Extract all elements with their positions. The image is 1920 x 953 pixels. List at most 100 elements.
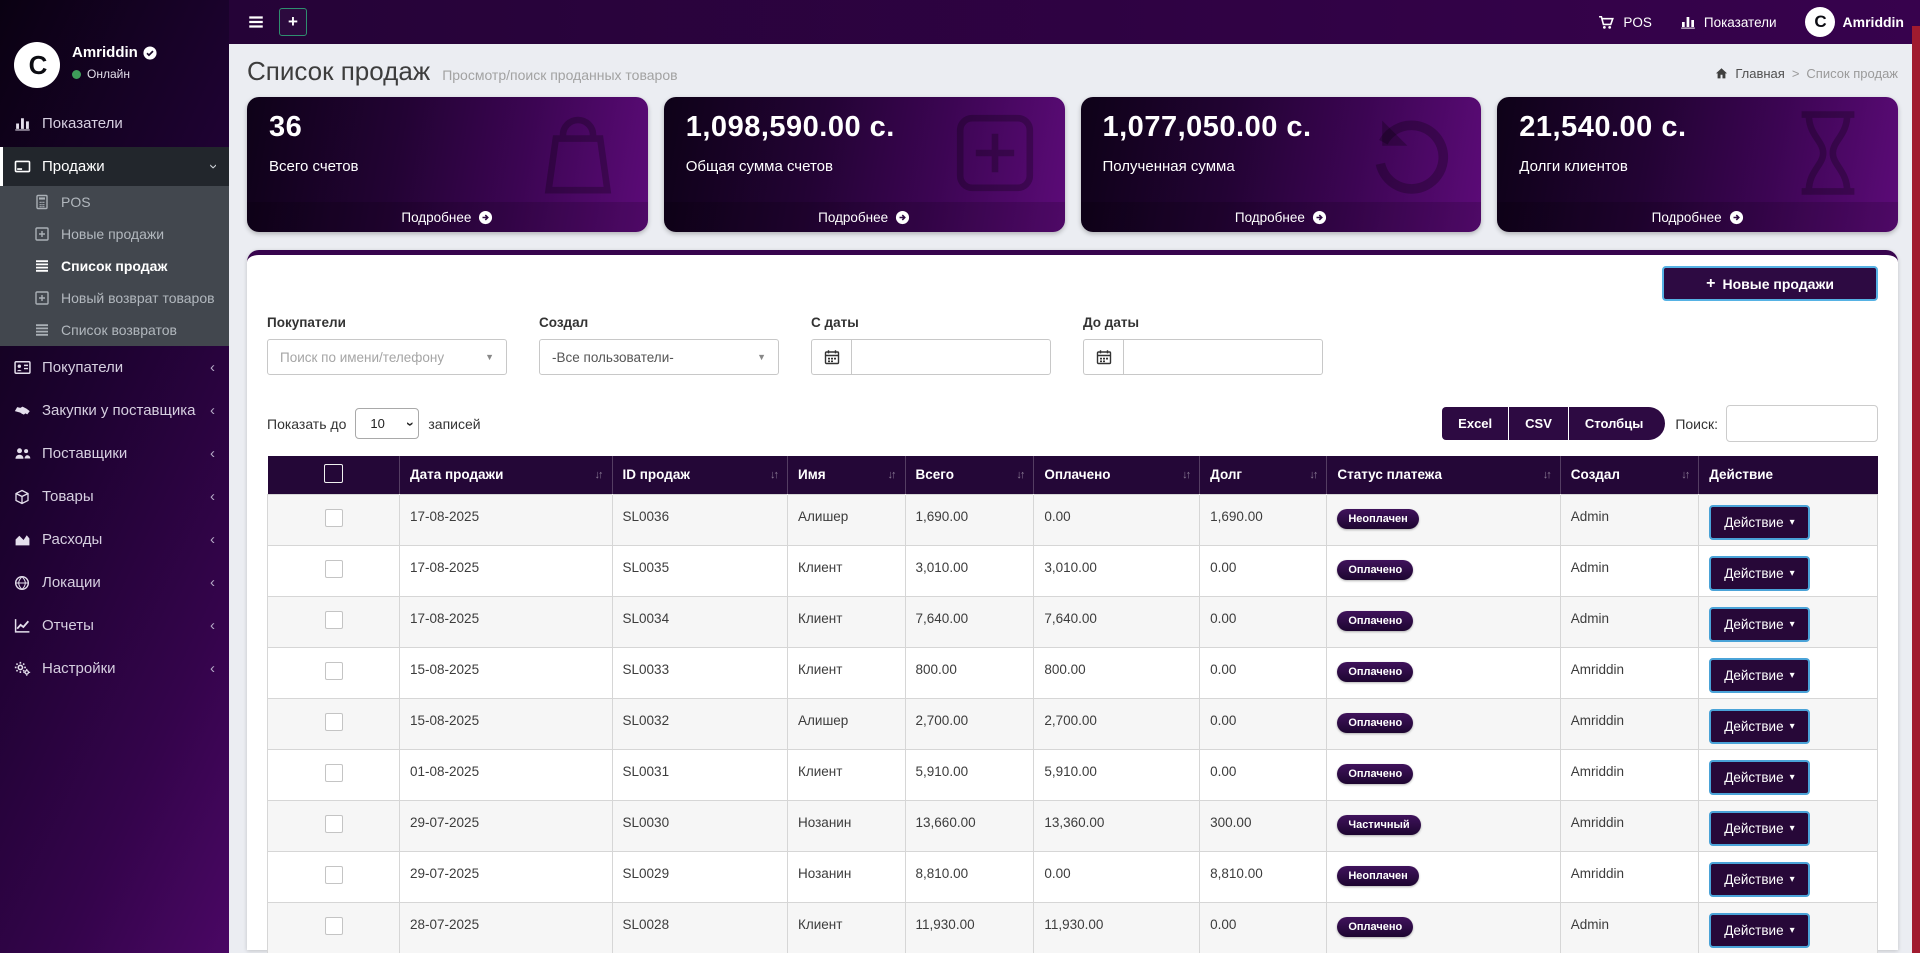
row-checkbox[interactable] xyxy=(324,865,343,884)
column-header-7[interactable]: Создал ↓↑ xyxy=(1559,456,1699,494)
sidebar-item-metrics[interactable]: Показатели xyxy=(0,104,229,143)
action-button[interactable]: Действие ▾ xyxy=(1709,657,1810,693)
excel-button[interactable]: Excel xyxy=(1442,407,1509,440)
column-header-6[interactable]: Статус платежа ↓↑ xyxy=(1326,456,1561,494)
creator-select[interactable]: -Все пользователи- ▼ xyxy=(539,339,779,375)
calendar-icon xyxy=(1083,339,1123,375)
date-from-input[interactable] xyxy=(851,339,1051,375)
row-checkbox[interactable] xyxy=(324,814,343,833)
card-more-label: Подробнее xyxy=(401,209,472,225)
status-badge: Частичный xyxy=(1337,814,1421,835)
brand-logo-icon: C xyxy=(1814,12,1826,31)
action-button[interactable]: Действие ▾ xyxy=(1709,555,1810,591)
row-checkbox[interactable] xyxy=(324,661,343,680)
sidebar-item-покупатели[interactable]: Покупатели ‹ xyxy=(0,346,229,389)
customer-select[interactable]: Поиск по имени/телефону ▼ xyxy=(267,339,507,375)
select-all-checkbox[interactable] xyxy=(323,463,343,483)
sidebar-item-поставщики[interactable]: Поставщики ‹ xyxy=(0,432,229,475)
caret-down-icon: ▾ xyxy=(1789,873,1795,885)
navbar-plus-button[interactable]: + xyxy=(279,8,307,36)
sidebar-item-отчеты[interactable]: Отчеты ‹ xyxy=(0,604,229,647)
card-more-link[interactable]: Подробнее xyxy=(663,202,1065,232)
table-row: 01-08-2025 SL0031 Клиент 5,910.00 5,910.00 0.… xyxy=(266,748,1878,801)
column-header-label: Статус платежа xyxy=(1337,467,1443,483)
cell-date: 01-08-2025 xyxy=(399,748,613,801)
row-checkbox[interactable] xyxy=(324,508,343,527)
cell-paid: 800.00 xyxy=(1033,646,1201,699)
hamburger-icon[interactable] xyxy=(247,13,265,31)
chevron-left-icon: ‹ xyxy=(210,660,215,677)
cell-total: 800.00 xyxy=(904,646,1035,699)
navbar-pos-link[interactable]: POS xyxy=(1598,14,1652,31)
action-label: Действие xyxy=(1724,718,1784,734)
date-to-input[interactable] xyxy=(1123,339,1323,375)
card-more-link[interactable]: Подробнее xyxy=(1497,202,1898,232)
area-chart-icon xyxy=(14,531,32,548)
column-header-4[interactable]: Оплачено ↓↑ xyxy=(1033,456,1200,494)
verified-badge-icon xyxy=(143,45,157,60)
sidebar-item-настройки[interactable]: Настройки ‹ xyxy=(0,647,229,690)
action-button[interactable]: Действие ▾ xyxy=(1709,912,1810,948)
cell-sale-id: SL0036 xyxy=(611,493,789,546)
cell-name: Нозанин xyxy=(787,799,906,852)
csv-button[interactable]: CSV xyxy=(1509,407,1568,440)
status-badge: Оплачено xyxy=(1337,610,1414,631)
action-button[interactable]: Действие ▾ xyxy=(1709,759,1810,795)
action-button[interactable]: Действие ▾ xyxy=(1709,606,1810,642)
row-checkbox[interactable] xyxy=(324,559,343,578)
sidebar-subitem-pos[interactable]: POS xyxy=(0,186,229,218)
action-button[interactable]: Действие ▾ xyxy=(1709,708,1810,744)
chart-bar-icon xyxy=(14,115,32,132)
column-header-2[interactable]: Имя ↓↑ xyxy=(787,456,906,494)
sidebar-item-label: Продажи xyxy=(42,158,105,175)
select-all-header xyxy=(267,456,400,494)
breadcrumb-home-link[interactable]: Главная xyxy=(1735,66,1784,81)
column-header-0[interactable]: Дата продажи ↓↑ xyxy=(399,456,613,494)
action-button[interactable]: Действие ▾ xyxy=(1709,861,1810,897)
sort-icon: ↓↑ xyxy=(1309,468,1318,481)
new-sale-button[interactable]: + Новые продажи xyxy=(1662,266,1878,301)
sidebar-item-расходы[interactable]: Расходы ‹ xyxy=(0,518,229,561)
cell-creator: Amriddin xyxy=(1559,697,1700,750)
sidebar-item-sales[interactable]: Продажи ‹ xyxy=(0,147,229,186)
sidebar-subitem-список-возвратов[interactable]: Список возвратов xyxy=(0,314,229,346)
navbar-user-menu[interactable]: C Amriddin xyxy=(1804,7,1904,37)
sidebar-item-локации[interactable]: Локации ‹ xyxy=(0,561,229,604)
cell-sale-id: SL0030 xyxy=(611,799,789,852)
sidebar-subitem-новый-возврат-товаров[interactable]: Новый возврат товаров xyxy=(0,282,229,314)
column-header-8[interactable]: Действие xyxy=(1698,456,1878,494)
sidebar-item-label: Отчеты xyxy=(42,617,94,634)
sort-icon: ↓↑ xyxy=(1016,468,1025,481)
cell-name: Клиент xyxy=(787,748,906,801)
columns-button[interactable]: Столбцы xyxy=(1568,407,1666,440)
search-input[interactable] xyxy=(1726,405,1878,442)
row-checkbox[interactable] xyxy=(324,610,343,629)
row-checkbox[interactable] xyxy=(324,712,343,731)
action-button[interactable]: Действие ▾ xyxy=(1709,504,1810,540)
sales-treeview: Продажи ‹ POS Новые продажи Список продаж Н… xyxy=(0,147,229,346)
sidebar-subitem-новые-продажи[interactable]: Новые продажи xyxy=(0,218,229,250)
card-more-link[interactable]: Подробнее xyxy=(1080,202,1482,232)
navbar-metrics-link[interactable]: Показатели xyxy=(1680,14,1777,30)
status-badge: Оплачено xyxy=(1337,661,1414,682)
sidebar-item-закупки-у-поставщика[interactable]: Закупки у поставщика ‹ xyxy=(0,389,229,432)
scrollbar[interactable] xyxy=(1912,26,1920,953)
sidebar-subitem-label: Список возвратов xyxy=(61,322,177,338)
card-more-link[interactable]: Подробнее xyxy=(247,202,648,232)
sidebar-item-товары[interactable]: Товары ‹ xyxy=(0,475,229,518)
column-header-1[interactable]: ID продаж ↓↑ xyxy=(611,456,788,494)
sidebar-subitem-список-продаж[interactable]: Список продаж xyxy=(0,250,229,282)
sidebar-item-label: Покупатели xyxy=(42,359,124,376)
cell-date: 28-07-2025 xyxy=(399,901,613,953)
navbar-pos-label: POS xyxy=(1623,14,1652,30)
cell-debt: 0.00 xyxy=(1199,544,1328,597)
column-header-5[interactable]: Долг ↓↑ xyxy=(1199,456,1327,494)
undo-icon xyxy=(1363,105,1459,201)
chevron-left-icon: ‹ xyxy=(210,445,215,462)
column-header-3[interactable]: Всего ↓↑ xyxy=(904,456,1034,494)
action-button[interactable]: Действие ▾ xyxy=(1709,810,1810,846)
column-header-label: Оплачено xyxy=(1044,467,1111,483)
row-checkbox[interactable] xyxy=(324,916,343,935)
page-length-select[interactable]: 10 ‹ xyxy=(355,408,420,439)
row-checkbox[interactable] xyxy=(324,763,343,782)
